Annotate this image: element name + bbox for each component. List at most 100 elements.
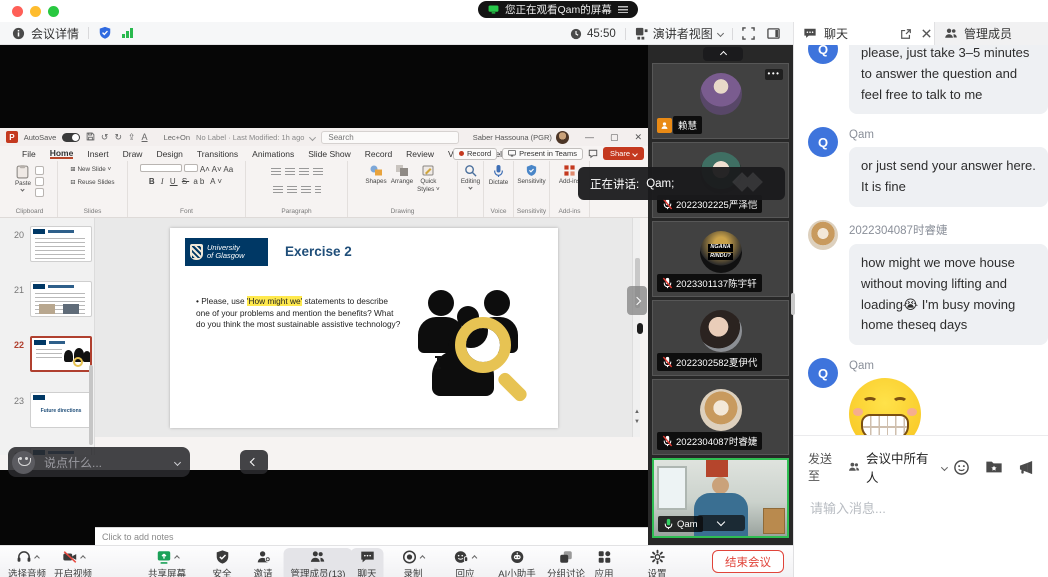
reuse-slides-button[interactable]: ⊟ Reuse Slides bbox=[70, 177, 114, 190]
shapes-button[interactable]: Shapes bbox=[365, 164, 386, 185]
participant-tile[interactable]: 2022302582夏伊代 bbox=[652, 300, 789, 376]
current-slide[interactable]: University of Glasgow Exercise 2 • Pleas… bbox=[170, 228, 558, 428]
ppt-menu-insert[interactable]: Insert bbox=[87, 149, 108, 159]
ppt-close-button[interactable]: ✕ bbox=[634, 132, 642, 143]
announcement-icon[interactable] bbox=[1018, 460, 1035, 475]
fullscreen-icon[interactable] bbox=[742, 27, 755, 40]
ppt-doc-title[interactable]: Lec+On bbox=[164, 133, 190, 142]
editing-button[interactable]: Editing bbox=[461, 164, 480, 189]
toolbar-apps[interactable]: 应用 bbox=[587, 548, 620, 577]
new-slide-button[interactable]: ⊞ New Slide ˅ bbox=[70, 164, 114, 177]
file-folder-icon[interactable] bbox=[985, 459, 1003, 475]
ppt-menu-record[interactable]: Record bbox=[365, 149, 392, 159]
toolbar-reaction[interactable]: 回应 bbox=[447, 548, 484, 577]
present-in-teams-button[interactable]: Present in Teams bbox=[502, 148, 583, 160]
collapse-participants-handle[interactable] bbox=[627, 286, 647, 315]
toolbar-breakout-rooms[interactable]: 分组讨论 bbox=[540, 548, 592, 577]
chevron-down-icon[interactable] bbox=[717, 30, 724, 37]
caption-collapse-button[interactable] bbox=[240, 450, 268, 474]
caption-input-placeholder[interactable]: 说点什么... bbox=[44, 454, 102, 471]
ppt-menu-home[interactable]: Home bbox=[50, 148, 74, 159]
message-bubble[interactable]: how might we move house without moving l… bbox=[849, 244, 1048, 345]
ppt-menu-draw[interactable]: Draw bbox=[123, 149, 143, 159]
toolbar-video[interactable]: 开启视频 bbox=[47, 548, 99, 577]
network-signal-icon[interactable] bbox=[122, 28, 133, 38]
slide-thumbnail-23[interactable]: Future directions bbox=[30, 392, 92, 428]
end-meeting-button[interactable]: 结束会议 bbox=[712, 550, 784, 573]
meeting-details-link[interactable]: 会议详情 bbox=[31, 25, 79, 42]
emoji-picker-icon[interactable] bbox=[953, 459, 970, 476]
participant-tile[interactable]: •••赖慧 bbox=[652, 63, 789, 139]
slide-thumbnail-22[interactable] bbox=[30, 336, 92, 372]
message-bubble[interactable]: please, just take 3–5 minutes to answer … bbox=[849, 45, 1048, 114]
members-panel-tab[interactable]: 管理成员 bbox=[934, 22, 1048, 45]
arrange-button[interactable]: Arrange bbox=[391, 164, 413, 185]
mac-close-button[interactable] bbox=[12, 6, 23, 17]
upload-icon[interactable]: ⇪ bbox=[128, 132, 136, 143]
chat-message-input[interactable] bbox=[808, 500, 1028, 517]
caret-icon[interactable] bbox=[34, 555, 40, 561]
close-icon[interactable] bbox=[921, 28, 932, 39]
paste-button[interactable]: Paste bbox=[15, 164, 31, 191]
toolbar-chat[interactable]: 聊天 bbox=[350, 548, 383, 577]
slide-thumbnail-21[interactable] bbox=[30, 281, 92, 317]
view-mode-selector[interactable]: 演讲者视图 bbox=[653, 25, 713, 42]
chevron-down-icon[interactable] bbox=[309, 133, 316, 140]
chat-message-list[interactable]: Qplease, just take 3–5 minutes to answer… bbox=[794, 45, 1048, 435]
screen-watching-banner[interactable]: 您正在观看Qam的屏幕 bbox=[478, 1, 638, 18]
thumbnail-scrollbar[interactable] bbox=[89, 365, 93, 445]
toolbar-settings[interactable]: 设置 bbox=[640, 548, 673, 577]
grin-emoji-sticker[interactable] bbox=[849, 378, 921, 435]
dictate-button[interactable]: Dictate bbox=[489, 164, 509, 186]
sensitivity-button[interactable]: Sensitivity bbox=[517, 164, 545, 185]
caption-quick-bar[interactable]: 说点什么... bbox=[8, 447, 190, 477]
participant-tile[interactable]: 2022304087时睿婕 bbox=[652, 379, 789, 455]
ppt-account[interactable]: Saber Hassouna (PGR) bbox=[473, 131, 569, 144]
info-icon[interactable] bbox=[12, 27, 25, 40]
collapse-tile-button[interactable] bbox=[697, 515, 745, 531]
mac-zoom-button[interactable] bbox=[48, 6, 59, 17]
caret-icon[interactable] bbox=[420, 555, 426, 561]
chevron-down-icon[interactable] bbox=[174, 458, 181, 465]
popout-icon[interactable] bbox=[900, 28, 912, 40]
caret-icon[interactable] bbox=[174, 555, 180, 561]
more-options-button[interactable]: ••• bbox=[765, 69, 783, 80]
ppt-menu-animations[interactable]: Animations bbox=[252, 149, 294, 159]
ppt-menu-file[interactable]: File bbox=[22, 149, 36, 159]
audience-selector[interactable]: 会议中所有人 bbox=[866, 448, 936, 486]
toolbar-share-screen[interactable]: 共享屏幕 bbox=[141, 548, 193, 577]
ppt-search-input[interactable] bbox=[321, 131, 458, 144]
ppt-record-button[interactable]: Record bbox=[453, 148, 497, 160]
participant-tile[interactable]: Qam bbox=[652, 458, 789, 538]
caret-icon[interactable] bbox=[80, 555, 86, 561]
ppt-menu-slide-show[interactable]: Slide Show bbox=[308, 149, 351, 159]
comments-icon[interactable] bbox=[588, 149, 598, 159]
toolbar-security[interactable]: 安全 bbox=[205, 548, 238, 577]
ppt-menu-transitions[interactable]: Transitions bbox=[197, 149, 238, 159]
security-shield-icon[interactable] bbox=[98, 26, 112, 40]
mac-minimize-button[interactable] bbox=[30, 6, 41, 17]
participants-collapse-button[interactable] bbox=[703, 47, 743, 61]
panel-divider-grip[interactable] bbox=[791, 293, 795, 315]
panel-resize-dot[interactable] bbox=[637, 323, 643, 334]
quick-styles-button[interactable]: QuickStyles ˅ bbox=[417, 164, 440, 193]
chat-tab-label[interactable]: 聊天 bbox=[824, 25, 848, 42]
undo-icon[interactable]: ↺ bbox=[101, 132, 109, 143]
next-slide-icon[interactable]: ▼ bbox=[634, 419, 640, 425]
caret-icon[interactable] bbox=[472, 555, 478, 561]
chevron-down-icon[interactable] bbox=[941, 464, 948, 471]
toolbar-members[interactable]: 管理成员(13) bbox=[284, 548, 353, 577]
participant-tile[interactable]: NGANARINDU?2023301137陈宇轩 bbox=[652, 221, 789, 297]
autosave-toggle[interactable] bbox=[62, 133, 80, 142]
prev-slide-icon[interactable]: ▲ bbox=[634, 409, 640, 415]
save-icon[interactable] bbox=[86, 132, 95, 143]
redo-icon[interactable]: ↻ bbox=[114, 132, 122, 143]
toolbar-ai-assistant[interactable]: AI小助手 bbox=[491, 548, 542, 577]
message-bubble[interactable]: or just send your answer here. It is fin… bbox=[849, 147, 1048, 207]
notification-menu-icon[interactable] bbox=[618, 6, 628, 13]
ppt-menu-review[interactable]: Review bbox=[406, 149, 434, 159]
font-tool-icon[interactable]: A bbox=[142, 132, 148, 142]
slide-thumbnail-20[interactable] bbox=[30, 226, 92, 262]
ppt-doc-meta[interactable]: No Label · Last Modified: 1h ago bbox=[196, 133, 304, 142]
ppt-minimize-button[interactable]: — bbox=[585, 132, 594, 142]
